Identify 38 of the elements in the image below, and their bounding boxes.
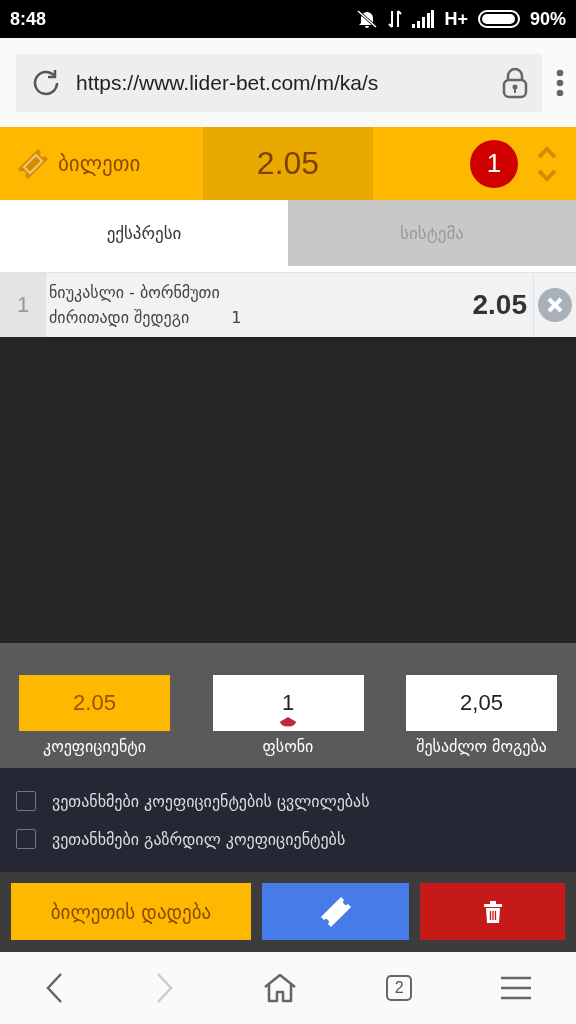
total-odds: 2.05	[203, 127, 373, 200]
more-options-icon[interactable]	[556, 68, 564, 97]
data-arrows-icon	[388, 9, 403, 29]
field-label: კოეფიციენტი	[43, 737, 146, 756]
clock: 8:48	[10, 8, 47, 30]
ticket-button[interactable]	[262, 883, 409, 940]
possible-win-field: 2,05	[406, 675, 557, 731]
battery-level: 90%	[529, 8, 566, 30]
tabs-button[interactable]: 2	[380, 969, 419, 1007]
address-bar[interactable]: https://www.lider-bet.com/m/ka/s	[16, 53, 542, 112]
pick: 1	[231, 308, 242, 327]
muted-bell-icon	[356, 9, 379, 29]
checkbox-label: ვეთანხმები კოეფიციენტების ცვლილებას	[52, 791, 370, 811]
battery-icon	[477, 10, 520, 28]
odds-field: 2.05	[19, 675, 170, 731]
lock-icon[interactable]	[502, 66, 528, 99]
signal-icon	[412, 10, 435, 28]
bet-number: 1	[0, 273, 46, 337]
back-icon	[44, 972, 65, 1004]
trash-icon	[482, 900, 503, 923]
home-icon	[262, 973, 297, 1003]
bet-count-badge: 1	[470, 139, 518, 188]
checkbox[interactable]	[16, 829, 36, 849]
place-bet-button[interactable]: ბილეთის დადება	[11, 883, 251, 940]
field-label: ფსონი	[262, 737, 314, 756]
ticket-icon	[318, 894, 353, 929]
ticket-icon	[16, 146, 50, 181]
network-type: H+	[444, 8, 468, 30]
field-label: შესაძლო მოგება	[416, 737, 547, 756]
checkbox[interactable]	[16, 791, 36, 811]
match-name: ნიუკასლი - ბორნმუთი	[49, 283, 221, 302]
market-name: ძირითადი შედეგი	[49, 308, 190, 327]
bet-odds: 2.05	[472, 273, 534, 337]
checkbox-label: ვეთანხმები გაზრდილ კოეფიციენტებს	[52, 829, 346, 849]
menu-icon	[501, 976, 532, 1000]
betslip-title: ბილეთი	[58, 151, 141, 176]
delete-button[interactable]	[420, 883, 565, 940]
stake-input[interactable]: 1	[212, 675, 364, 731]
